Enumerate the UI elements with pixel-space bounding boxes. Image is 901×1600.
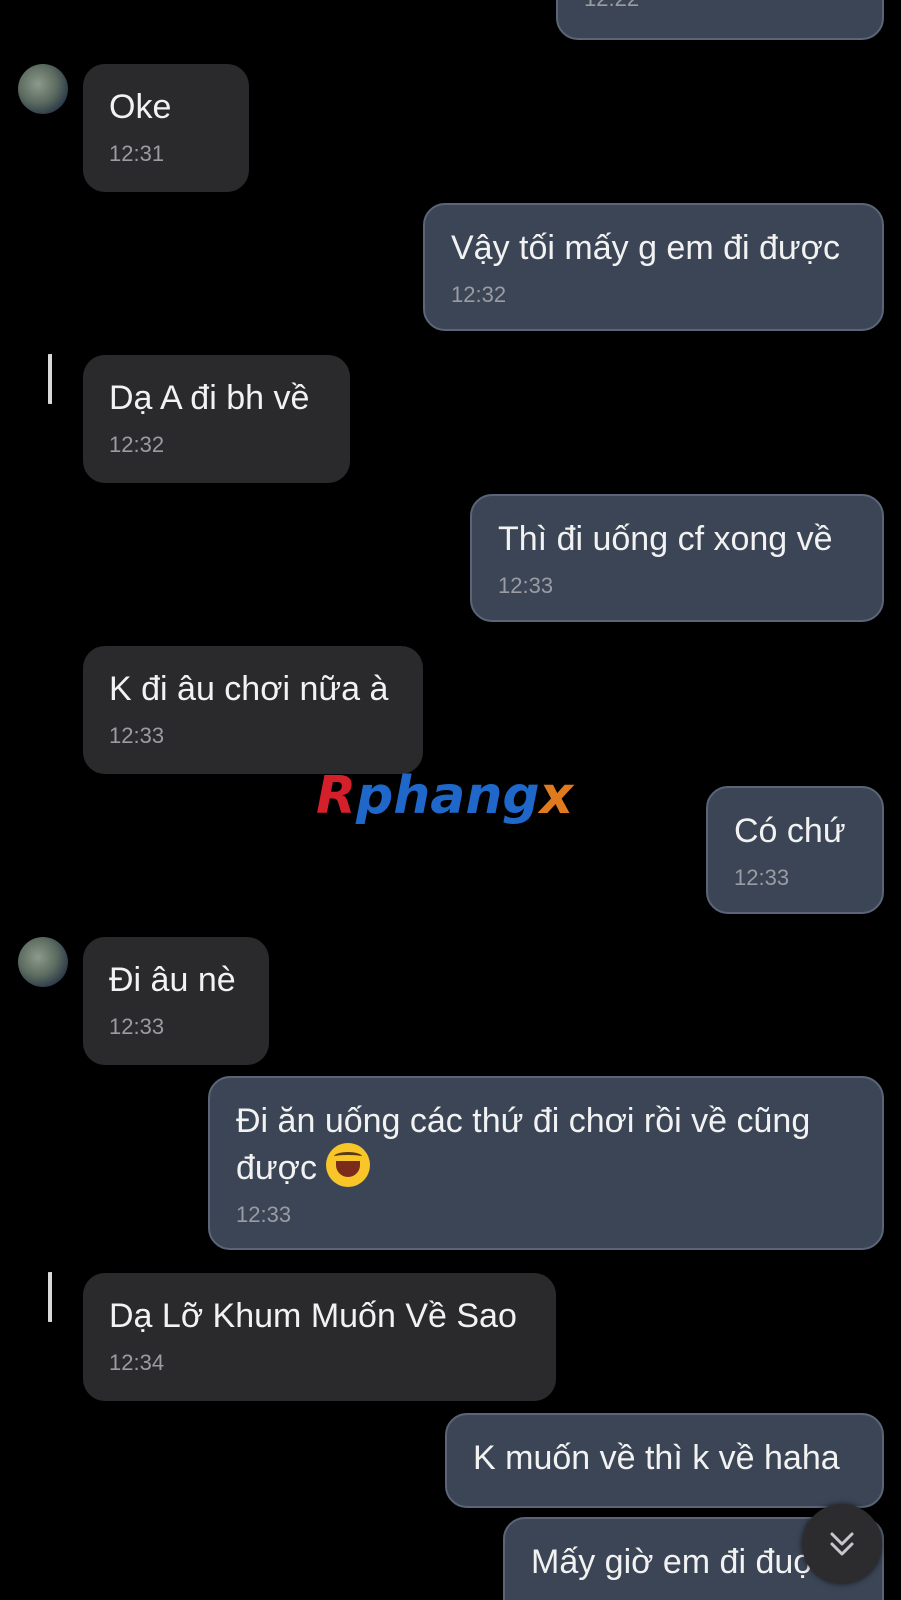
- message-text: K muốn về thì k về haha: [473, 1439, 840, 1477]
- message-time: 12:31: [109, 141, 165, 166]
- message-bubble-incoming[interactable]: K đi âu chơi nữa à 12:33: [83, 646, 423, 774]
- message-text: Đi ăn uống các thứ đi chơi rồi về cũng đ…: [236, 1099, 856, 1190]
- message-text: Thì đi uống cf xong về: [498, 520, 833, 558]
- message-time: 12:22: [584, 0, 856, 12]
- message-bubble-outgoing[interactable]: Thì đi uống cf xong về 12:33: [470, 494, 884, 622]
- contact-avatar[interactable]: [26, 1272, 76, 1322]
- message-time: 12:33: [498, 573, 554, 598]
- watermark-word: phang: [356, 766, 540, 826]
- message-bubble-outgoing[interactable]: Có chứ 12:33: [706, 786, 884, 914]
- watermark-letter: R: [316, 766, 357, 826]
- contact-avatar[interactable]: [18, 937, 68, 987]
- message-time: 12:33: [734, 865, 790, 890]
- message-bubble-incoming[interactable]: Oke 12:31: [83, 64, 249, 192]
- message-bubble-outgoing[interactable]: Vậy tối mấy g em đi được 12:32: [423, 203, 884, 331]
- contact-avatar[interactable]: [18, 64, 68, 114]
- message-bubble-outgoing[interactable]: K muốn về thì k về haha: [445, 1413, 884, 1508]
- message-bubble-outgoing[interactable]: 12:22: [556, 0, 884, 40]
- message-text: Đi âu nè: [109, 961, 236, 999]
- scroll-to-bottom-button[interactable]: [802, 1504, 882, 1584]
- laughing-emoji-icon: [326, 1143, 371, 1187]
- message-text: Dạ A đi bh về: [109, 379, 310, 417]
- watermark-letter: x: [539, 766, 574, 826]
- message-time: 12:33: [109, 723, 165, 748]
- message-time: 12:33: [109, 1014, 165, 1039]
- message-bubble-incoming[interactable]: Dạ Lỡ Khum Muốn Về Sao 12:34: [83, 1273, 556, 1401]
- message-bubble-incoming[interactable]: Dạ A đi bh về 12:32: [83, 355, 350, 483]
- message-text: Oke: [109, 88, 172, 126]
- chevron-double-down-icon: [830, 1532, 854, 1556]
- message-text-content: Đi ăn uống các thứ đi chơi rồi về cũng đ…: [236, 1102, 811, 1187]
- watermark-logo: Rphangx: [316, 766, 573, 826]
- message-text: Vậy tối mấy g em đi được: [451, 229, 840, 267]
- message-text: Có chứ: [734, 812, 846, 850]
- message-time: 12:32: [451, 282, 507, 307]
- message-bubble-incoming[interactable]: Đi âu nè 12:33: [83, 937, 269, 1065]
- message-text: K đi âu chơi nữa à: [109, 670, 389, 708]
- message-time: 12:33: [236, 1202, 292, 1227]
- message-text: Dạ Lỡ Khum Muốn Về Sao: [109, 1297, 517, 1335]
- message-bubble-outgoing[interactable]: Đi ăn uống các thứ đi chơi rồi về cũng đ…: [208, 1076, 884, 1250]
- message-time: 12:32: [109, 432, 165, 457]
- contact-avatar[interactable]: [26, 354, 76, 404]
- message-time: 12:34: [109, 1350, 165, 1375]
